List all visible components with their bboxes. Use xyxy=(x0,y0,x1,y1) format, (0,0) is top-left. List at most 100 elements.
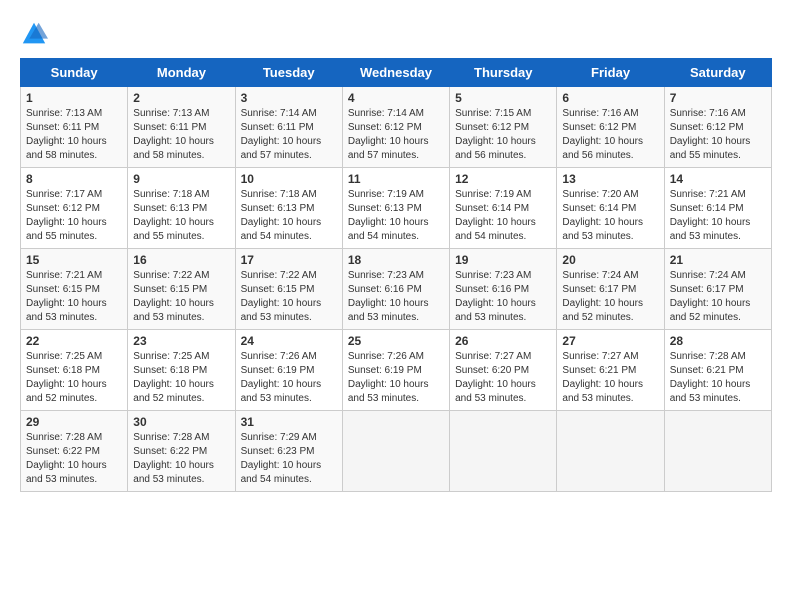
calendar-cell: 31 Sunrise: 7:29 AMSunset: 6:23 PMDayligh… xyxy=(235,411,342,492)
calendar-cell: 16 Sunrise: 7:22 AMSunset: 6:15 PMDayligh… xyxy=(128,249,235,330)
weekday-header-tuesday: Tuesday xyxy=(235,59,342,87)
day-info: Sunrise: 7:28 AMSunset: 6:22 PMDaylight:… xyxy=(26,431,122,487)
calendar-cell: 12 Sunrise: 7:19 AMSunset: 6:14 PMDayligh… xyxy=(450,168,557,249)
day-number: 18 xyxy=(348,253,444,267)
day-info: Sunrise: 7:24 AMSunset: 6:17 PMDaylight:… xyxy=(562,269,658,325)
day-number: 26 xyxy=(455,334,551,348)
calendar-cell: 11Sunrise: 7:19 AMSunset: 6:13 PMDayligh… xyxy=(342,168,449,249)
day-number: 20 xyxy=(562,253,658,267)
calendar-cell: 15Sunrise: 7:21 AMSunset: 6:15 PMDayligh… xyxy=(21,249,128,330)
day-info: Sunrise: 7:21 AMSunset: 6:15 PMDaylight:… xyxy=(26,269,122,325)
day-number: 8 xyxy=(26,172,122,186)
calendar-cell: 17 Sunrise: 7:22 AMSunset: 6:15 PMDayligh… xyxy=(235,249,342,330)
day-info: Sunrise: 7:25 AMSunset: 6:18 PMDaylight:… xyxy=(133,350,229,406)
day-number: 28 xyxy=(670,334,766,348)
calendar-cell: 18 Sunrise: 7:23 AMSunset: 6:16 PMDayligh… xyxy=(342,249,449,330)
calendar-cell xyxy=(342,411,449,492)
day-info: Sunrise: 7:25 AMSunset: 6:18 PMDaylight:… xyxy=(26,350,122,406)
day-number: 25 xyxy=(348,334,444,348)
day-info: Sunrise: 7:19 AMSunset: 6:13 PMDaylight:… xyxy=(348,188,444,244)
day-info: Sunrise: 7:14 AMSunset: 6:11 PMDaylight:… xyxy=(241,107,337,163)
header xyxy=(20,20,772,48)
day-info: Sunrise: 7:26 AMSunset: 6:19 PMDaylight:… xyxy=(348,350,444,406)
calendar-cell: 10 Sunrise: 7:18 AMSunset: 6:13 PMDayligh… xyxy=(235,168,342,249)
calendar-cell: 4Sunrise: 7:14 AMSunset: 6:12 PMDaylight… xyxy=(342,87,449,168)
day-info: Sunrise: 7:27 AMSunset: 6:20 PMDaylight:… xyxy=(455,350,551,406)
calendar-cell: 24 Sunrise: 7:26 AMSunset: 6:19 PMDayligh… xyxy=(235,330,342,411)
calendar-cell: 9Sunrise: 7:18 AMSunset: 6:13 PMDaylight… xyxy=(128,168,235,249)
day-info: Sunrise: 7:18 AMSunset: 6:13 PMDaylight:… xyxy=(133,188,229,244)
day-number: 1 xyxy=(26,91,122,105)
calendar-cell: 23 Sunrise: 7:25 AMSunset: 6:18 PMDayligh… xyxy=(128,330,235,411)
calendar-cell: 8Sunrise: 7:17 AMSunset: 6:12 PMDaylight… xyxy=(21,168,128,249)
day-number: 5 xyxy=(455,91,551,105)
day-number: 19 xyxy=(455,253,551,267)
day-info: Sunrise: 7:13 AMSunset: 6:11 PMDaylight:… xyxy=(133,107,229,163)
calendar-cell: 21 Sunrise: 7:24 AMSunset: 6:17 PMDayligh… xyxy=(664,249,771,330)
calendar-cell: 25 Sunrise: 7:26 AMSunset: 6:19 PMDayligh… xyxy=(342,330,449,411)
day-info: Sunrise: 7:19 AMSunset: 6:14 PMDaylight:… xyxy=(455,188,551,244)
day-info: Sunrise: 7:16 AMSunset: 6:12 PMDaylight:… xyxy=(562,107,658,163)
weekday-header-row: SundayMondayTuesdayWednesdayThursdayFrid… xyxy=(21,59,772,87)
day-number: 30 xyxy=(133,415,229,429)
day-number: 17 xyxy=(241,253,337,267)
day-number: 4 xyxy=(348,91,444,105)
day-info: Sunrise: 7:29 AMSunset: 6:23 PMDaylight:… xyxy=(241,431,337,487)
day-number: 22 xyxy=(26,334,122,348)
day-number: 16 xyxy=(133,253,229,267)
weekday-header-monday: Monday xyxy=(128,59,235,87)
weekday-header-saturday: Saturday xyxy=(664,59,771,87)
day-info: Sunrise: 7:23 AMSunset: 6:16 PMDaylight:… xyxy=(455,269,551,325)
calendar-cell xyxy=(557,411,664,492)
calendar-cell: 1Sunrise: 7:13 AMSunset: 6:11 PMDaylight… xyxy=(21,87,128,168)
calendar-cell: 7 Sunrise: 7:16 AMSunset: 6:12 PMDaylight… xyxy=(664,87,771,168)
weekday-header-sunday: Sunday xyxy=(21,59,128,87)
week-row-2: 8Sunrise: 7:17 AMSunset: 6:12 PMDaylight… xyxy=(21,168,772,249)
calendar-cell xyxy=(450,411,557,492)
week-row-4: 22 Sunrise: 7:25 AMSunset: 6:18 PMDayligh… xyxy=(21,330,772,411)
calendar-cell: 30 Sunrise: 7:28 AMSunset: 6:22 PMDayligh… xyxy=(128,411,235,492)
calendar-cell: 13 Sunrise: 7:20 AMSunset: 6:14 PMDayligh… xyxy=(557,168,664,249)
day-info: Sunrise: 7:18 AMSunset: 6:13 PMDaylight:… xyxy=(241,188,337,244)
day-info: Sunrise: 7:27 AMSunset: 6:21 PMDaylight:… xyxy=(562,350,658,406)
day-info: Sunrise: 7:15 AMSunset: 6:12 PMDaylight:… xyxy=(455,107,551,163)
calendar-cell: 28 Sunrise: 7:28 AMSunset: 6:21 PMDayligh… xyxy=(664,330,771,411)
calendar-cell: 29Sunrise: 7:28 AMSunset: 6:22 PMDayligh… xyxy=(21,411,128,492)
calendar-cell xyxy=(664,411,771,492)
week-row-1: 1 Sunrise: 7:13 AMSunset: 6:11 PMDaylight… xyxy=(21,87,772,168)
day-number: 24 xyxy=(241,334,337,348)
day-number: 31 xyxy=(241,415,337,429)
week-row-3: 15Sunrise: 7:21 AMSunset: 6:15 PMDayligh… xyxy=(21,249,772,330)
day-info: Sunrise: 7:26 AMSunset: 6:19 PMDaylight:… xyxy=(241,350,337,406)
day-number: 2 xyxy=(133,91,229,105)
logo-icon xyxy=(20,20,48,48)
day-info: Sunrise: 7:22 AMSunset: 6:15 PMDaylight:… xyxy=(133,269,229,325)
calendar-cell: 22 Sunrise: 7:25 AMSunset: 6:18 PMDayligh… xyxy=(21,330,128,411)
weekday-header-friday: Friday xyxy=(557,59,664,87)
calendar-cell: 2 Sunrise: 7:13 AMSunset: 6:11 PMDaylight… xyxy=(128,87,235,168)
day-number: 12 xyxy=(455,172,551,186)
calendar-table: SundayMondayTuesdayWednesdayThursdayFrid… xyxy=(20,58,772,492)
day-info: Sunrise: 7:23 AMSunset: 6:16 PMDaylight:… xyxy=(348,269,444,325)
day-number: 7 xyxy=(670,91,766,105)
day-number: 23 xyxy=(133,334,229,348)
calendar-cell: 6 Sunrise: 7:16 AMSunset: 6:12 PMDaylight… xyxy=(557,87,664,168)
day-info: Sunrise: 7:28 AMSunset: 6:21 PMDaylight:… xyxy=(670,350,766,406)
week-row-5: 29Sunrise: 7:28 AMSunset: 6:22 PMDayligh… xyxy=(21,411,772,492)
calendar-cell: 27 Sunrise: 7:27 AMSunset: 6:21 PMDayligh… xyxy=(557,330,664,411)
day-info: Sunrise: 7:22 AMSunset: 6:15 PMDaylight:… xyxy=(241,269,337,325)
day-number: 21 xyxy=(670,253,766,267)
day-info: Sunrise: 7:16 AMSunset: 6:12 PMDaylight:… xyxy=(670,107,766,163)
logo xyxy=(20,20,48,48)
day-info: Sunrise: 7:24 AMSunset: 6:17 PMDaylight:… xyxy=(670,269,766,325)
day-info: Sunrise: 7:28 AMSunset: 6:22 PMDaylight:… xyxy=(133,431,229,487)
day-number: 10 xyxy=(241,172,337,186)
weekday-header-wednesday: Wednesday xyxy=(342,59,449,87)
day-info: Sunrise: 7:20 AMSunset: 6:14 PMDaylight:… xyxy=(562,188,658,244)
calendar-cell: 20 Sunrise: 7:24 AMSunset: 6:17 PMDayligh… xyxy=(557,249,664,330)
weekday-header-thursday: Thursday xyxy=(450,59,557,87)
calendar-cell: 5 Sunrise: 7:15 AMSunset: 6:12 PMDaylight… xyxy=(450,87,557,168)
day-number: 13 xyxy=(562,172,658,186)
day-number: 6 xyxy=(562,91,658,105)
day-number: 27 xyxy=(562,334,658,348)
